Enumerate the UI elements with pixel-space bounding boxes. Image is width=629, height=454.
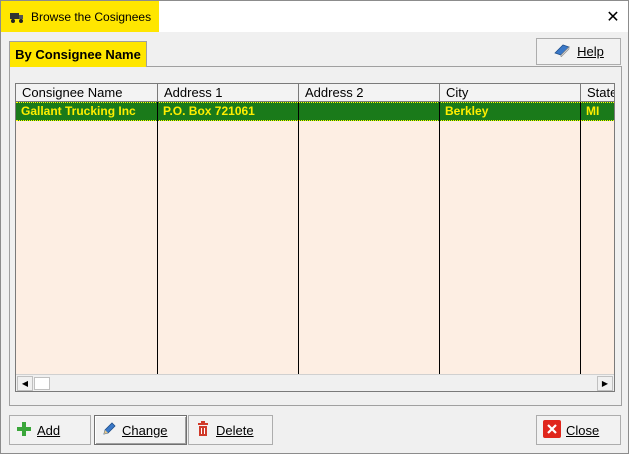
column-header-state[interactable]: State xyxy=(581,84,614,102)
window-title: Browse the Cosignees xyxy=(31,9,152,24)
column-header-city[interactable]: City xyxy=(440,84,581,102)
scroll-right-icon[interactable]: ▶ xyxy=(597,376,613,391)
title-bar: Browse the Cosignees ✕ xyxy=(1,1,628,32)
change-label: Change xyxy=(122,422,168,438)
title-area: Browse the Cosignees xyxy=(1,1,159,32)
scroll-left-icon[interactable]: ◀ xyxy=(17,376,33,391)
help-button[interactable]: Help xyxy=(536,38,621,65)
table-row[interactable]: Gallant Trucking Inc P.O. Box 721061 Ber… xyxy=(16,102,614,121)
trash-icon xyxy=(195,420,211,440)
delete-button[interactable]: Delete xyxy=(188,415,273,445)
book-icon xyxy=(553,43,571,60)
truck-icon xyxy=(9,10,25,24)
scroll-thumb[interactable] xyxy=(34,377,50,390)
column-divider xyxy=(580,102,581,375)
add-label: Add xyxy=(37,422,61,438)
browse-consignees-window: Browse the Cosignees ✕ By Consignee Name… xyxy=(0,0,629,454)
add-button[interactable]: Add xyxy=(9,415,91,445)
grid-header: Consignee Name Address 1 Address 2 City … xyxy=(16,84,614,102)
pencil-icon xyxy=(101,421,117,440)
cell-address-2 xyxy=(299,103,440,120)
plus-icon xyxy=(16,421,32,440)
help-label: Help xyxy=(577,44,604,59)
column-header-address-1[interactable]: Address 1 xyxy=(158,84,299,102)
close-icon[interactable]: ✕ xyxy=(598,1,628,32)
consignee-grid[interactable]: Consignee Name Address 1 Address 2 City … xyxy=(15,83,615,392)
column-header-address-2[interactable]: Address 2 xyxy=(299,84,440,102)
column-divider xyxy=(298,102,299,375)
close-button[interactable]: Close xyxy=(536,415,621,445)
cell-consignee-name: Gallant Trucking Inc xyxy=(21,104,136,118)
delete-label: Delete xyxy=(216,422,254,438)
cell-address-1: P.O. Box 721061 xyxy=(163,104,255,118)
column-divider xyxy=(157,102,158,375)
column-header-consignee-name[interactable]: Consignee Name xyxy=(16,84,158,102)
cell-state: MI xyxy=(586,104,600,118)
change-button[interactable]: Change xyxy=(94,415,187,445)
close-label: Close xyxy=(566,422,600,438)
horizontal-scrollbar[interactable]: ◀ ▶ xyxy=(16,374,614,391)
column-divider xyxy=(439,102,440,375)
cell-city: Berkley xyxy=(445,104,489,118)
red-x-icon xyxy=(543,419,561,441)
tab-by-consignee-name[interactable]: By Consignee Name xyxy=(9,41,147,67)
